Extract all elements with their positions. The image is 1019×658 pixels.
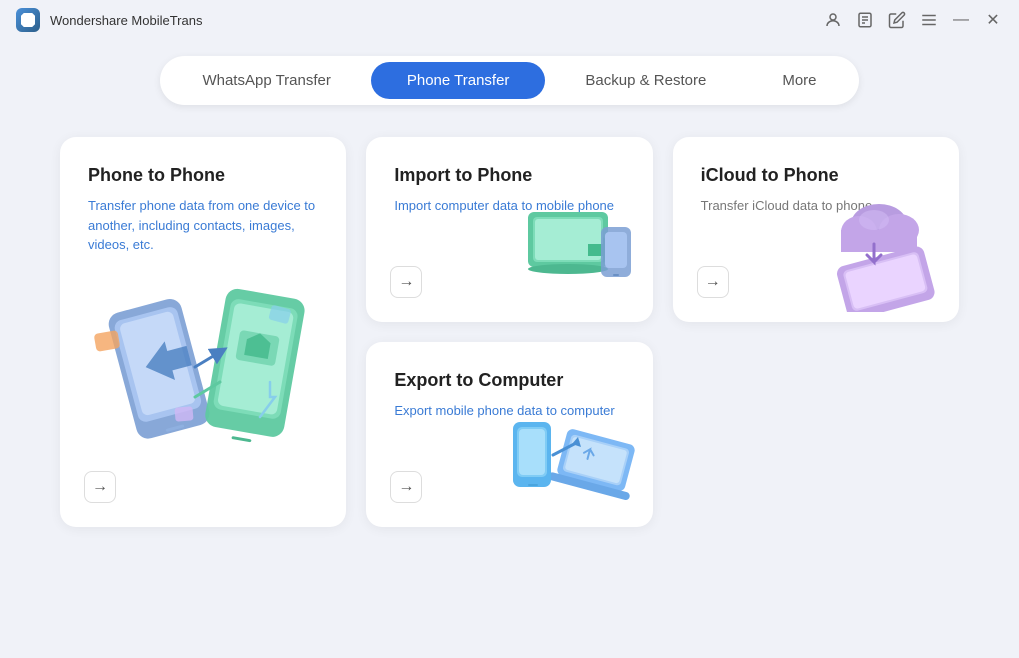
- card-export-arrow[interactable]: →: [390, 471, 422, 503]
- export-illustration: [503, 387, 643, 517]
- titlebar-left: Wondershare MobileTrans: [16, 8, 202, 32]
- minimize-button[interactable]: —: [951, 10, 971, 30]
- tab-phone[interactable]: Phone Transfer: [371, 62, 546, 99]
- card-icloud-to-phone[interactable]: iCloud to Phone Transfer iCloud data to …: [673, 137, 959, 322]
- tab-backup[interactable]: Backup & Restore: [549, 62, 742, 99]
- card-icloud-arrow[interactable]: →: [697, 266, 729, 298]
- card-phone-to-phone[interactable]: Phone to Phone Transfer phone data from …: [60, 137, 346, 527]
- titlebar-controls: — ✕: [823, 10, 1003, 30]
- main-content: Phone to Phone Transfer phone data from …: [0, 113, 1019, 551]
- app-title: Wondershare MobileTrans: [50, 13, 202, 28]
- app-icon: [16, 8, 40, 32]
- nav-tabs: WhatsApp Transfer Phone Transfer Backup …: [160, 56, 858, 105]
- bookmark-icon[interactable]: [855, 10, 875, 30]
- account-icon[interactable]: [823, 10, 843, 30]
- card-import-arrow[interactable]: →: [390, 266, 422, 298]
- menu-icon[interactable]: [919, 10, 939, 30]
- tab-whatsapp[interactable]: WhatsApp Transfer: [166, 62, 366, 99]
- close-button[interactable]: ✕: [983, 10, 1003, 30]
- edit-icon[interactable]: [887, 10, 907, 30]
- phone-to-phone-illustration: [75, 252, 335, 472]
- nav-container: WhatsApp Transfer Phone Transfer Backup …: [0, 40, 1019, 113]
- icloud-illustration: [809, 172, 949, 312]
- import-illustration: [513, 182, 643, 312]
- card-phone-to-phone-title: Phone to Phone: [88, 165, 318, 186]
- titlebar: Wondershare MobileTrans: [0, 0, 1019, 40]
- tab-more[interactable]: More: [746, 62, 852, 99]
- card-phone-to-phone-desc: Transfer phone data from one device to a…: [88, 196, 318, 255]
- card-export-to-computer[interactable]: Export to Computer Export mobile phone d…: [366, 342, 652, 527]
- card-phone-to-phone-arrow[interactable]: →: [84, 471, 116, 503]
- card-import-to-phone[interactable]: Import to Phone Import computer data to …: [366, 137, 652, 322]
